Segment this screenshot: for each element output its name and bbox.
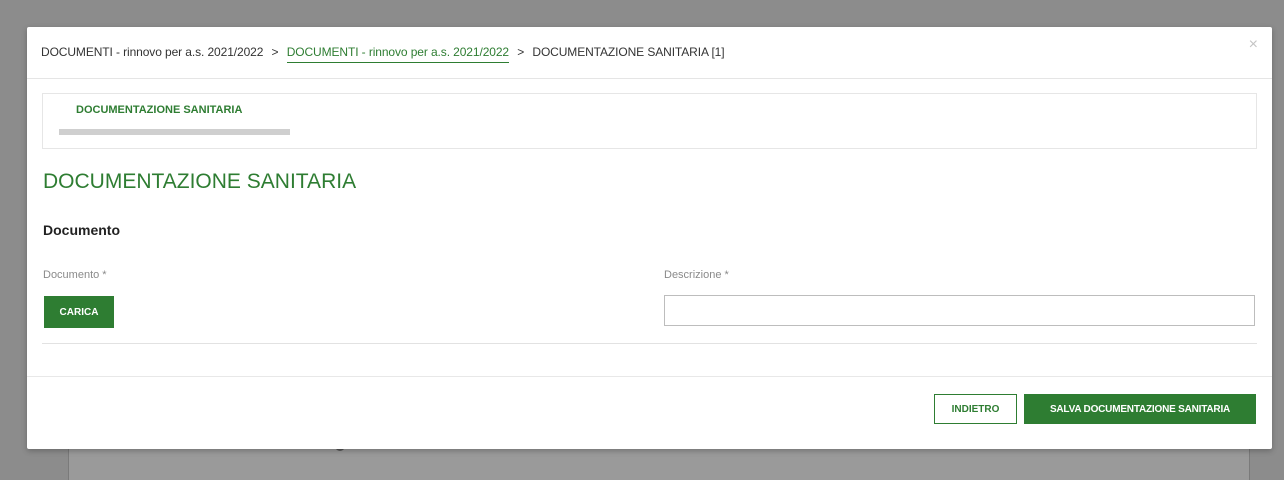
descrizione-input[interactable] (664, 295, 1255, 326)
tab-documentazione-sanitaria[interactable]: DOCUMENTAZIONE SANITARIA (59, 94, 290, 148)
tab-label: DOCUMENTAZIONE SANITARIA (76, 104, 243, 116)
page-title: DOCUMENTAZIONE SANITARIA (43, 170, 357, 193)
carica-button[interactable]: CARICA (44, 296, 114, 328)
documentazione-modal: DOCUMENTI - rinnovo per a.s. 2021/2022 >… (27, 27, 1272, 449)
breadcrumb-item-documenti[interactable]: DOCUMENTI - rinnovo per a.s. 2021/2022 (41, 45, 263, 59)
modal-header: DOCUMENTI - rinnovo per a.s. 2021/2022 >… (27, 27, 1272, 79)
tab-active-indicator (59, 129, 290, 135)
save-button[interactable]: SALVA DOCUMENTAZIONE SANITARIA (1024, 394, 1256, 424)
form-divider (42, 343, 1257, 344)
footer-divider (27, 376, 1272, 377)
back-button[interactable]: INDIETRO (934, 394, 1017, 424)
section-title: Documento (43, 222, 120, 238)
breadcrumb-separator: > (271, 45, 279, 59)
breadcrumb-separator: > (517, 45, 525, 59)
breadcrumb-item-current: DOCUMENTAZIONE SANITARIA [1] (532, 45, 725, 59)
descrizione-label: Descrizione * (664, 269, 729, 281)
close-icon[interactable]: × (1249, 37, 1258, 53)
breadcrumb: DOCUMENTI - rinnovo per a.s. 2021/2022 >… (41, 45, 725, 63)
breadcrumb-item-documenti-link[interactable]: DOCUMENTI - rinnovo per a.s. 2021/2022 (286, 45, 509, 63)
documento-label: Documento * (43, 269, 107, 281)
tab-bar: DOCUMENTAZIONE SANITARIA (42, 93, 1257, 149)
